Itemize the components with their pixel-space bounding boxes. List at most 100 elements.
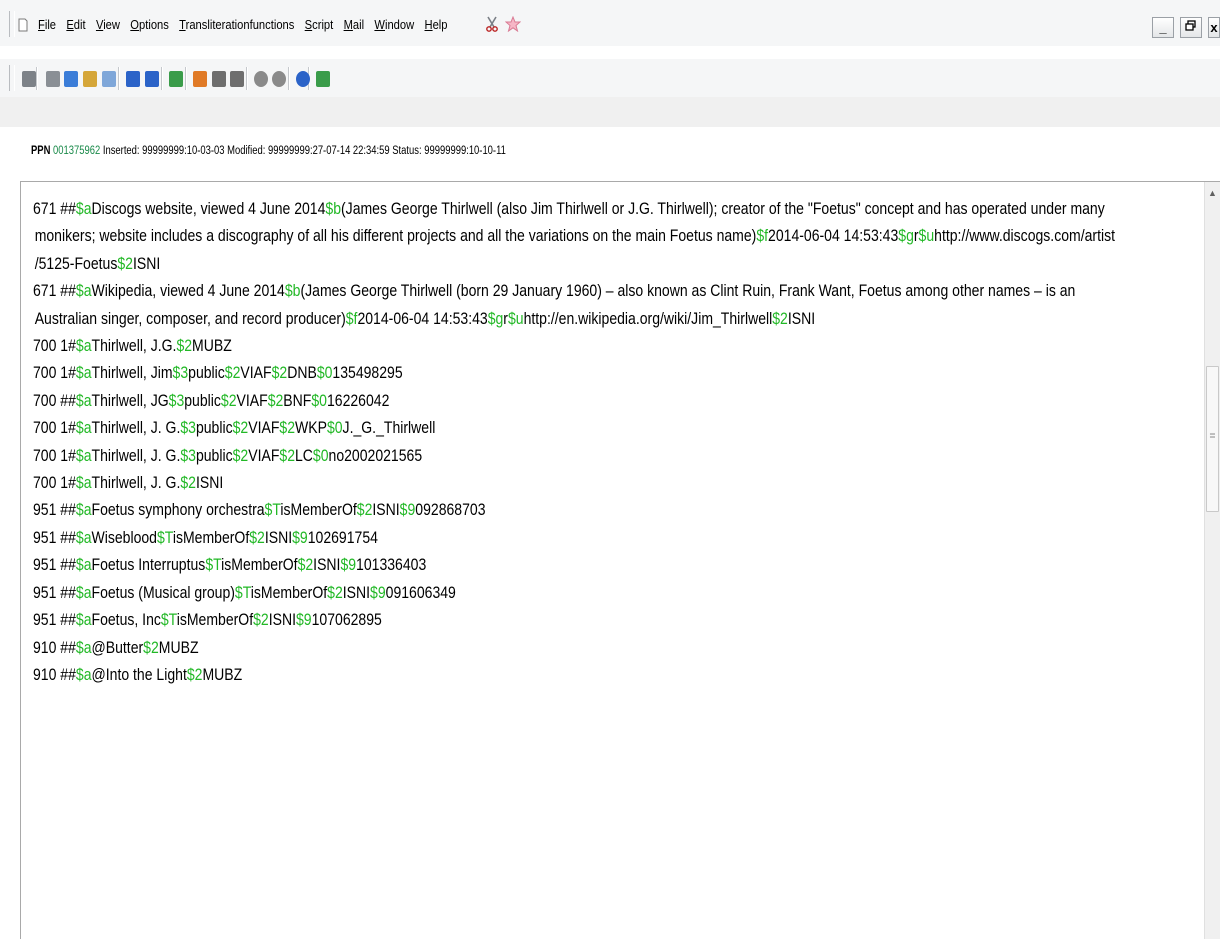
subfield-value: VIAF	[236, 391, 268, 410]
subfield-value: MUBZ	[192, 337, 232, 356]
field-line: 671 ##$aDiscogs website, viewed 4 June 2…	[33, 196, 1105, 223]
record-field-line[interactable]: 951 ##$aFoetus symphony orchestra$TisMem…	[33, 497, 1019, 524]
record-field-line[interactable]: 700 1#$aThirlwell, J.G.$2MUBZ	[33, 333, 1019, 360]
refresh-icon[interactable]	[169, 71, 183, 87]
forward-icon[interactable]	[272, 71, 286, 87]
subfield-value: 135498295	[332, 364, 403, 383]
menu-file[interactable]: File	[38, 17, 56, 32]
subfield-code: $T	[264, 501, 281, 520]
toolbar-separator	[161, 67, 163, 90]
record-editor[interactable]: 671 ## $a Discogs website, viewed 4 June 2…	[20, 181, 1220, 939]
minimize-button[interactable]: _	[1152, 17, 1174, 38]
vertical-scrollbar[interactable]: ▲ ═ ═	[1204, 182, 1220, 939]
record-field-line[interactable]: 671 ##$aDiscogs website, viewed 4 June 2…	[33, 196, 1115, 278]
pink-star-icon[interactable]	[504, 15, 522, 37]
subfield-code: $a	[75, 337, 92, 356]
record-field-line[interactable]: 671 ##$aWikipedia, viewed 4 June 2014$b(…	[33, 278, 1075, 333]
menu-window[interactable]: Window	[374, 17, 414, 32]
subfield-code: $b	[325, 200, 342, 218]
menu-label: ptions	[139, 17, 169, 32]
fire-icon[interactable]	[193, 71, 207, 87]
scroll-grip-icon: ═ ═	[1210, 431, 1215, 441]
subfield-code: $g	[898, 227, 914, 246]
subfield-value: public	[195, 419, 233, 438]
record-field-line[interactable]: 951 ##$aFoetus Interruptus$TisMemberOf$2…	[33, 552, 1019, 579]
subfield-value: Discogs website, viewed 4 June 2014	[91, 200, 326, 218]
subfield-value: MUBZ	[158, 638, 199, 657]
toolbar-separator	[118, 67, 120, 90]
subfield-value: ISNI	[195, 474, 224, 493]
font-dropdown-icon[interactable]	[316, 71, 330, 87]
menu-options[interactable]: Options	[130, 17, 169, 32]
menu-help[interactable]: Help	[425, 17, 448, 32]
subfield-code: $9	[296, 611, 312, 630]
subfield-value: public	[195, 446, 233, 465]
subfield-code: $T	[234, 583, 251, 602]
undo-icon[interactable]	[126, 71, 140, 87]
subfield-value: isMemberOf	[172, 528, 250, 547]
document-icon[interactable]	[102, 71, 116, 87]
subfield-value: isMemberOf	[250, 583, 328, 602]
menu-view[interactable]: View	[96, 17, 120, 32]
menu-script[interactable]: Script	[305, 17, 334, 32]
subfield-code: $3	[180, 446, 196, 465]
scroll-up-icon[interactable]: ▲	[1208, 188, 1217, 198]
subfield-code: $T	[205, 556, 222, 575]
subfield-value: ISNI	[342, 583, 371, 602]
subfield-value: DNB	[287, 364, 317, 383]
ppn-number[interactable]: 001375962	[53, 145, 100, 157]
subfield-code: $a	[75, 419, 92, 438]
cut-icon[interactable]	[46, 71, 60, 87]
menu-grip[interactable]	[9, 11, 15, 37]
menu-mnemonic: H	[424, 17, 433, 32]
record-field-line[interactable]: 700 1#$aThirlwell, J. G.$2ISNI	[33, 470, 1019, 497]
record-a-icon[interactable]	[212, 71, 226, 87]
record-content[interactable]: 671 ## $a Discogs website, viewed 4 June 2…	[33, 196, 1193, 689]
paste-icon[interactable]	[83, 71, 97, 87]
back-icon[interactable]	[254, 71, 268, 87]
copy-icon[interactable]	[64, 71, 78, 87]
menu-transliterationfunctions[interactable]: Transliterationfunctions	[179, 17, 294, 32]
subfield-value: 101336403	[356, 556, 427, 575]
toolbar-separator	[185, 67, 187, 90]
subfield-code: $9	[399, 501, 416, 520]
record-field-line[interactable]: 951 ##$aFoetus, Inc$TisMemberOf$2ISNI$91…	[33, 607, 1019, 634]
field-tag: 700 1#	[33, 364, 76, 383]
record-field-line[interactable]: 700 1#$aThirlwell, Jim$3public$2VIAF$2DN…	[33, 360, 1019, 387]
field-tag: 951 ##	[33, 611, 76, 630]
subfield-value: (James George Thirlwell (born 29 January…	[300, 282, 1076, 301]
toolbar-grip[interactable]	[9, 65, 15, 91]
record-field-line[interactable]: 700 ##$aThirlwell, JG$3public$2VIAF$2BNF…	[33, 388, 1019, 415]
menu-edit[interactable]: Edit	[66, 17, 85, 32]
redo-icon[interactable]	[145, 71, 159, 87]
subfield-value: Thirlwell, J.G.	[91, 337, 177, 356]
field-line: 951 ##$aFoetus Interruptus$TisMemberOf$2…	[33, 552, 1019, 579]
record-b-icon[interactable]	[230, 71, 244, 87]
globe-icon[interactable]	[296, 71, 310, 87]
print-icon[interactable]	[22, 71, 36, 87]
subfield-code: $a	[75, 446, 92, 465]
record-field-line[interactable]: 700 1#$aThirlwell, J. G.$3public$2VIAF$2…	[33, 443, 1019, 470]
close-button[interactable]: x	[1208, 17, 1220, 38]
scissors-icon[interactable]	[485, 16, 499, 37]
record-field-line[interactable]: 951 ##$aWiseblood$TisMemberOf$2ISNI$9102…	[33, 525, 1019, 552]
scroll-thumb[interactable]: ═ ═	[1206, 366, 1219, 512]
record-field-line[interactable]: 951 ##$aFoetus (Musical group)$TisMember…	[33, 580, 1019, 607]
subfield-code: $2	[297, 556, 314, 575]
subfield-code: $2	[356, 501, 373, 520]
subfield-value: ISNI	[313, 556, 341, 575]
record-field-line[interactable]: 910 ##$a@Into the Light$2MUBZ	[33, 662, 1019, 689]
menu-mnemonic: M	[343, 17, 353, 32]
subfield-value: public	[188, 364, 225, 383]
subfield-value: http://en.wikipedia.org/wiki/Jim_Thirlwe…	[523, 309, 773, 328]
subfield-code: $2	[327, 583, 343, 602]
subfield-code: $2	[232, 419, 249, 438]
app-icon	[18, 18, 28, 32]
menu-mail[interactable]: Mail	[344, 17, 365, 32]
subfield-value: Foetus, Inc	[91, 611, 161, 630]
maximize-button[interactable]	[1180, 17, 1202, 38]
menu-mnemonic: V	[95, 17, 104, 32]
record-field-line[interactable]: 910 ##$a@Butter$2MUBZ	[33, 635, 1019, 662]
field-tag: 671 ##	[33, 282, 76, 301]
record-field-line[interactable]: 700 1#$aThirlwell, J. G.$3public$2VIAF$2…	[33, 415, 1019, 442]
